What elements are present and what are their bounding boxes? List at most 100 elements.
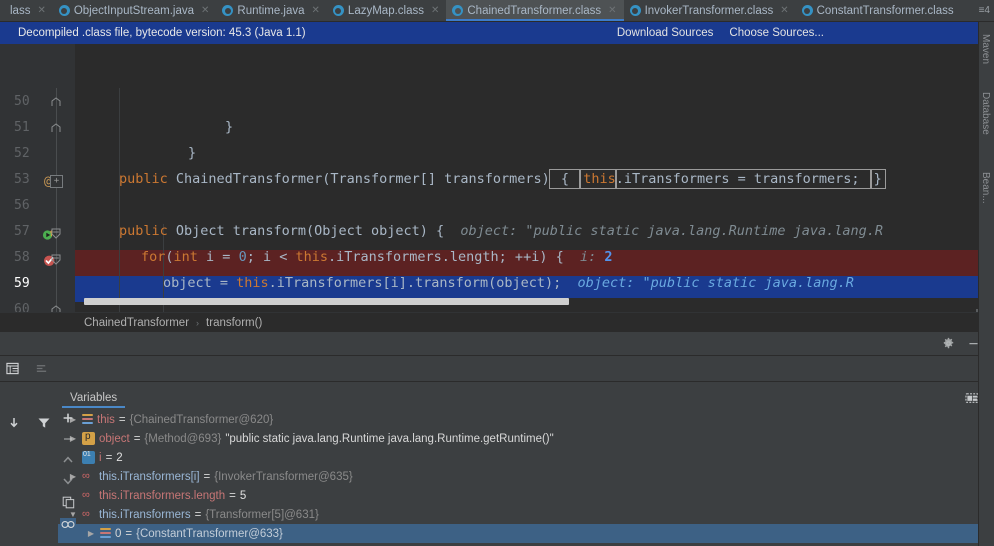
download-sources-link[interactable]: Download Sources — [617, 27, 714, 39]
ide-window: lass ✕ ObjectInputStream.java ✕ Runtime.… — [0, 0, 994, 546]
variable-value: {ChainedTransformer@620} — [129, 413, 274, 426]
editor-tab-0[interactable]: lass ✕ — [0, 0, 53, 21]
field-group-icon — [100, 528, 111, 539]
notification-message: Decompiled .class file, bytecode version… — [18, 27, 306, 39]
equals-sign: = — [118, 413, 126, 426]
variable-row-object[interactable]: ▶ object = {Method@693} "public static j… — [58, 429, 994, 448]
code-line-57: public Object transform(Object object) {… — [119, 223, 884, 239]
right-tool-window-bar: Maven Database Bean... — [978, 22, 994, 546]
debug-toolbar — [0, 356, 994, 382]
editor-tab-5[interactable]: InvokerTransformer.class ✕ — [623, 0, 796, 21]
settings-gear-icon[interactable] — [942, 337, 955, 350]
variable-row-itransformers-length[interactable]: ▶ ∞ this.iTransformers.length = 5 — [58, 486, 994, 505]
add-icon[interactable] — [62, 412, 74, 424]
editor-code-surface[interactable]: } } public ChainedTransformer(Transforme… — [75, 44, 994, 312]
horizontal-scrollbar-thumb[interactable] — [84, 298, 569, 305]
java-class-icon — [801, 5, 813, 16]
sort-icon[interactable] — [35, 362, 48, 375]
choose-sources-link[interactable]: Choose Sources... — [729, 27, 824, 39]
watch-icon[interactable] — [60, 518, 76, 531]
equals-sign: = — [229, 489, 236, 502]
editor-tab-label: ObjectInputStream.java — [73, 4, 195, 17]
fold-expand-icon[interactable]: + — [50, 175, 63, 188]
tool-window-database[interactable]: Database — [980, 92, 991, 135]
code-line-53: public ChainedTransformer(Transformer[] … — [119, 166, 886, 192]
layout-icon[interactable] — [6, 362, 19, 375]
editor-tab-chainedtransformer[interactable]: ChainedTransformer.class ✕ — [446, 0, 624, 21]
close-icon[interactable]: ✕ — [431, 5, 439, 16]
code-line-58: for(int i = 0; i < this.iTransformers.le… — [141, 249, 613, 265]
java-class-icon — [452, 5, 464, 16]
move-down-icon[interactable] — [62, 475, 74, 487]
variable-name: object — [99, 432, 130, 445]
code-line-59: object = this.iTransformers[i].transform… — [163, 275, 854, 291]
equals-sign: = — [133, 432, 141, 445]
fold-collapse-icon[interactable] — [49, 227, 63, 241]
code-editor[interactable]: 50 51 52 53 56 57 58 59 60 61 @ — [0, 44, 994, 312]
fold-collapse-icon[interactable] — [49, 253, 63, 267]
variable-name: 0 — [115, 527, 122, 540]
code-text: } — [188, 145, 197, 161]
variable-row-array-index-0[interactable]: ▶ 0 = {ConstantTransformer@633} — [58, 524, 994, 543]
variable-value: 2 — [116, 451, 123, 464]
variable-name: this — [97, 413, 115, 426]
variables-tree[interactable]: ▶ this = {ChainedTransformer@620} ▶ obje… — [58, 408, 994, 546]
close-icon[interactable]: ✕ — [312, 5, 320, 16]
tab-variables[interactable]: Variables — [62, 389, 126, 408]
close-icon[interactable]: ✕ — [608, 5, 616, 16]
variable-row-i[interactable]: ▶ i = 2 — [58, 448, 994, 467]
tool-window-maven[interactable]: Maven — [980, 34, 991, 64]
variable-name: this.iTransformers.length — [99, 489, 226, 502]
editor-tab-6[interactable]: ConstantTransformer.class — [795, 0, 961, 21]
remove-icon[interactable] — [62, 433, 74, 445]
java-class-icon — [332, 5, 344, 16]
editor-tab-bar: lass ✕ ObjectInputStream.java ✕ Runtime.… — [0, 0, 994, 22]
variable-value: {InvokerTransformer@635} — [214, 470, 353, 483]
breadcrumb[interactable]: ChainedTransformer › transform() — [0, 312, 994, 332]
line-number: 53 — [14, 172, 30, 187]
tab-overflow-button[interactable]: ≡4 — [975, 0, 994, 21]
editor-tab-label: ConstantTransformer.class — [816, 4, 954, 17]
breadcrumb-class[interactable]: ChainedTransformer — [84, 317, 189, 329]
variables-panel[interactable]: s.collectio ) tation) t.annotatio — [0, 408, 994, 546]
variable-row-this[interactable]: ▶ this = {ChainedTransformer@620} — [58, 410, 994, 429]
step-into-icon[interactable] — [7, 416, 21, 546]
close-icon[interactable]: ✕ — [201, 5, 209, 16]
variable-row-itransformers[interactable]: ▼ ∞ this.iTransformers = {Transformer[5]… — [58, 505, 994, 524]
debug-tabs-row: Variables — [0, 382, 994, 408]
fold-end-icon[interactable] — [49, 122, 63, 134]
editor-tab-label: Runtime.java — [237, 4, 305, 17]
fold-end-icon[interactable] — [49, 304, 63, 312]
close-icon[interactable]: ✕ — [37, 5, 45, 16]
close-icon[interactable]: ✕ — [780, 5, 788, 16]
editor-gutter[interactable]: 50 51 52 53 56 57 58 59 60 61 @ — [0, 44, 75, 312]
variable-name: i — [99, 451, 102, 464]
fold-end-icon[interactable] — [49, 96, 63, 108]
tab-overflow-label: ≡4 — [978, 5, 990, 16]
watch-expression-icon: ∞ — [82, 508, 90, 520]
field-group-icon — [82, 414, 93, 425]
line-number: 52 — [14, 146, 30, 161]
editor-tab-label: InvokerTransformer.class — [644, 4, 774, 17]
editor-tab-1[interactable]: ObjectInputStream.java ✕ — [52, 0, 217, 21]
java-class-icon — [629, 5, 641, 16]
variable-value: 5 — [239, 489, 247, 502]
equals-sign: = — [105, 451, 113, 464]
editor-tab-label: LazyMap.class — [347, 4, 424, 17]
copy-icon[interactable] — [62, 496, 75, 509]
variables-left-toolbar — [0, 408, 58, 546]
filter-icon[interactable] — [37, 416, 51, 546]
editor-tab-2[interactable]: Runtime.java ✕ — [216, 0, 327, 21]
editor-tab-3[interactable]: LazyMap.class ✕ — [326, 0, 447, 21]
move-up-icon[interactable] — [62, 454, 74, 466]
variable-row-itransformers-i[interactable]: ▶ ∞ this.iTransformers[i] = {InvokerTran… — [58, 467, 994, 486]
breadcrumb-method[interactable]: transform() — [206, 317, 262, 329]
line-number: 51 — [14, 120, 30, 135]
java-class-icon — [58, 5, 70, 16]
equals-sign: = — [203, 470, 211, 483]
watch-expression-icon: ∞ — [82, 470, 90, 482]
tool-window-beans[interactable]: Bean... — [980, 172, 991, 204]
expand-arrow-icon[interactable]: ▶ — [86, 529, 96, 538]
tab-label: Variables — [70, 392, 118, 404]
editor-tab-label: lass — [10, 4, 31, 17]
